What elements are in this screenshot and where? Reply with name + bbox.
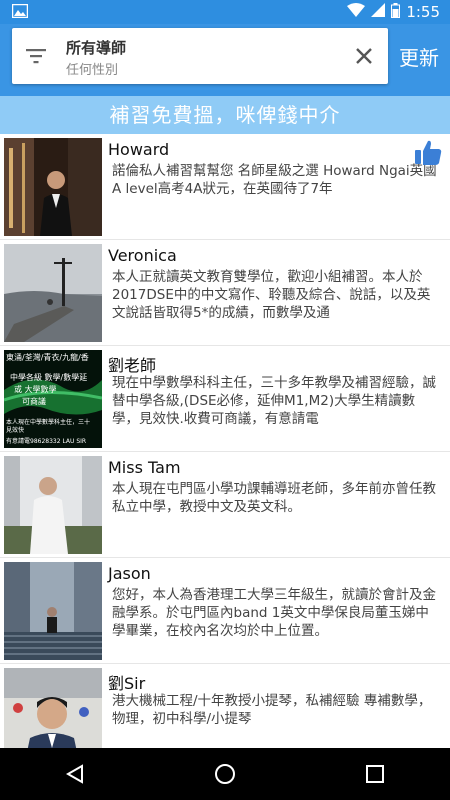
thumbs-up-icon[interactable]: [414, 138, 442, 166]
thumb-text-line: 中學各級 數學/數學延: [10, 372, 87, 382]
thumb-text-line: 見效快: [6, 426, 24, 434]
app-bar: 所有導師 任何性別 更新: [0, 24, 450, 96]
battery-icon: [391, 2, 401, 22]
recents-icon[interactable]: [355, 754, 395, 794]
tutor-photo: [4, 244, 102, 342]
filter-icon[interactable]: [26, 46, 48, 66]
wifi-icon: [347, 3, 366, 21]
list-item[interactable]: Veronica 本人正就讀英文教育雙學位，歡迎小組補習。本人於2017DSE中…: [0, 240, 450, 346]
search-subtitle: 任何性別: [66, 63, 119, 78]
tutor-list[interactable]: Howard 諾倫私人補習幫幫您 名師星級之選 Howard Ngai英國A l…: [0, 134, 450, 748]
tutor-name: Miss Tam: [108, 458, 181, 477]
tutor-photo: 東涌/荃灣/青衣/九龍/香 中學各級 數學/數學延 或 大學數學 可商議 本人現…: [4, 350, 102, 448]
tutor-name: Jason: [108, 564, 151, 583]
tutor-description: 您好，本人為香港理工大學三年級生，就讀於會計及金融學系。於屯門區內band 1英…: [112, 587, 436, 639]
system-nav-bar: [0, 748, 450, 800]
list-item[interactable]: Howard 諾倫私人補習幫幫您 名師星級之選 Howard Ngai英國A l…: [0, 134, 450, 240]
tutor-description: 現在中學數學科科主任，三十多年教學及補習經驗，誠替中學各級,(DSE必修，延伸M…: [112, 375, 436, 427]
thumb-text-line: 或 大學數學: [14, 384, 57, 394]
back-icon[interactable]: [55, 754, 95, 794]
clear-icon[interactable]: [352, 44, 376, 68]
filter-search-box[interactable]: 所有導師 任何性別: [12, 28, 388, 84]
promo-banner: 補習免費搵，咪俾錢中介: [0, 96, 450, 134]
list-item[interactable]: 劉Sir 港大機械工程/十年教授小提琴，私補經驗 專補數學，物理，初中科學/小提…: [0, 664, 450, 748]
tutor-name: 劉老師: [108, 356, 157, 375]
list-item[interactable]: 東涌/荃灣/青衣/九龍/香 中學各級 數學/數學延 或 大學數學 可商議 本人現…: [0, 346, 450, 452]
thumb-text-line: 可商議: [22, 396, 46, 406]
tutor-description: 諾倫私人補習幫幫您 名師星級之選 Howard Ngai英國A level高考4…: [112, 163, 437, 197]
tutor-photo: [4, 668, 102, 748]
tutor-description: 本人正就讀英文教育雙學位，歡迎小組補習。本人於2017DSE中的中文寫作、聆聽及…: [112, 269, 431, 321]
signal-icon: [371, 3, 386, 21]
search-title: 所有導師: [66, 39, 127, 57]
status-bar: 1:55: [0, 0, 450, 24]
thumb-text-line: 有意請電98628332 LAU SIR: [6, 437, 86, 445]
refresh-button[interactable]: 更新: [394, 42, 444, 71]
tutor-name: Howard: [108, 140, 170, 159]
clock: 1:55: [406, 3, 440, 21]
tutor-photo: [4, 456, 102, 554]
thumb-text-line: 東涌/荃灣/青衣/九龍/香: [6, 352, 89, 362]
gallery-notification-icon: [11, 3, 29, 22]
list-item[interactable]: Jason 您好，本人為香港理工大學三年級生，就讀於會計及金融學系。於屯門區內b…: [0, 558, 450, 664]
tutor-description: 港大機械工程/十年教授小提琴，私補經驗 專補數學，物理，初中科學/小提琴: [112, 693, 432, 727]
list-item[interactable]: Miss Tam 本人現在屯門區小學功課輔導班老師，多年前亦曾任教私立中學，教授…: [0, 452, 450, 558]
tutor-photo: [4, 138, 102, 236]
tutor-photo: [4, 562, 102, 660]
thumb-text-line: 本人現在中學數學科主任，三十: [6, 418, 90, 426]
tutor-description: 本人現在屯門區小學功課輔導班老師，多年前亦曾任教私立中學，教授中文及英文科。: [112, 481, 436, 515]
tutor-name: 劉Sir: [108, 674, 146, 693]
tutor-name: Veronica: [108, 246, 177, 265]
home-icon[interactable]: [205, 754, 245, 794]
